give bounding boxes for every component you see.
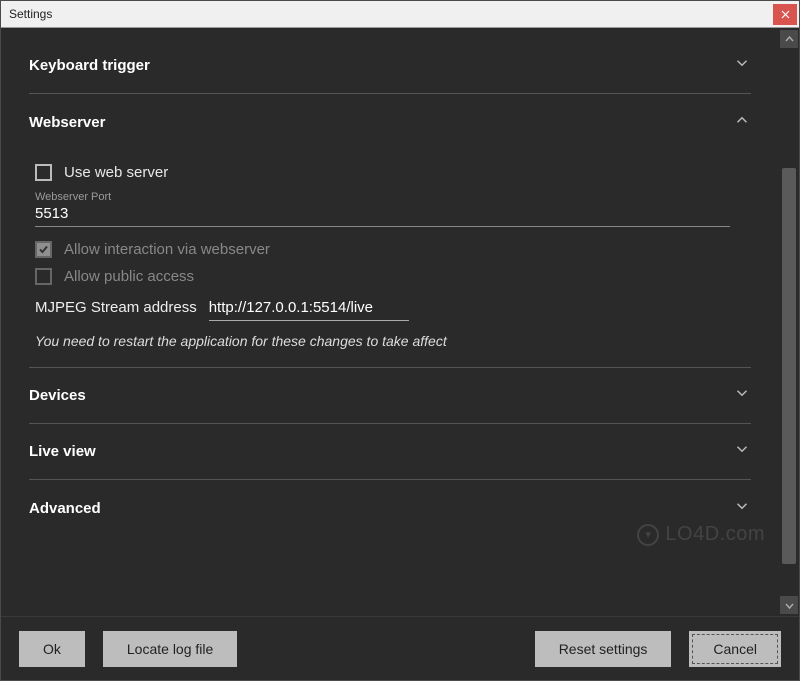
allow-interaction-row: Allow interaction via webserver <box>35 241 751 258</box>
section-advanced: Advanced <box>29 480 751 536</box>
use-web-server-row[interactable]: Use web server <box>35 164 751 181</box>
locate-log-button[interactable]: Locate log file <box>103 631 237 667</box>
cancel-button[interactable]: Cancel <box>689 631 781 667</box>
chevron-up-icon <box>733 111 751 134</box>
restart-note: You need to restart the application for … <box>35 333 751 349</box>
use-web-server-label: Use web server <box>64 164 168 181</box>
section-header-webserver[interactable]: Webserver <box>29 94 751 150</box>
mjpeg-stream-input[interactable] <box>209 297 409 321</box>
section-webserver: Webserver Use web server Webserver Port <box>29 94 751 368</box>
section-keyboard-trigger: Keyboard trigger <box>29 38 751 94</box>
vertical-scrollbar[interactable] <box>779 28 799 616</box>
section-header-devices[interactable]: Devices <box>29 368 751 424</box>
section-header-live-view[interactable]: Live view <box>29 424 751 480</box>
scrollbar-thumb[interactable] <box>782 168 796 564</box>
settings-content: Keyboard trigger Webserver Use web serve… <box>1 28 779 616</box>
chevron-down-icon <box>733 440 751 463</box>
close-button[interactable] <box>773 4 797 25</box>
titlebar: Settings <box>1 1 799 28</box>
main-area: Keyboard trigger Webserver Use web serve… <box>1 28 799 616</box>
arrow-up-icon <box>785 35 794 44</box>
allow-public-label: Allow public access <box>64 268 194 285</box>
section-header-keyboard-trigger[interactable]: Keyboard trigger <box>29 38 751 94</box>
arrow-down-icon <box>785 601 794 610</box>
section-label: Keyboard trigger <box>29 57 150 74</box>
scroll-down-button[interactable] <box>780 596 798 614</box>
mjpeg-stream-row: MJPEG Stream address <box>35 297 751 321</box>
section-label: Webserver <box>29 114 105 131</box>
section-label: Live view <box>29 443 96 460</box>
allow-interaction-checkbox <box>35 241 52 258</box>
ok-button[interactable]: Ok <box>19 631 85 667</box>
window-title: Settings <box>1 7 773 21</box>
reset-settings-button[interactable]: Reset settings <box>535 631 672 667</box>
footer-bar: Ok Locate log file Reset settings Cancel <box>1 616 799 680</box>
section-header-advanced[interactable]: Advanced <box>29 480 751 536</box>
section-label: Devices <box>29 387 86 404</box>
section-devices: Devices <box>29 368 751 424</box>
scroll-up-button[interactable] <box>780 30 798 48</box>
close-icon <box>781 10 790 19</box>
section-label: Advanced <box>29 500 101 517</box>
webserver-port-input[interactable] <box>35 203 730 227</box>
mjpeg-stream-label: MJPEG Stream address <box>35 299 197 316</box>
allow-interaction-label: Allow interaction via webserver <box>64 241 270 258</box>
chevron-down-icon <box>733 497 751 520</box>
scrollbar-track[interactable] <box>782 50 796 594</box>
chevron-down-icon <box>733 384 751 407</box>
use-web-server-checkbox[interactable] <box>35 164 52 181</box>
section-live-view: Live view <box>29 424 751 480</box>
allow-public-row: Allow public access <box>35 268 751 285</box>
chevron-down-icon <box>733 54 751 77</box>
allow-public-checkbox <box>35 268 52 285</box>
webserver-body: Use web server Webserver Port Allow inte… <box>29 150 751 368</box>
webserver-port-label: Webserver Port <box>35 191 751 203</box>
check-icon <box>38 244 49 255</box>
